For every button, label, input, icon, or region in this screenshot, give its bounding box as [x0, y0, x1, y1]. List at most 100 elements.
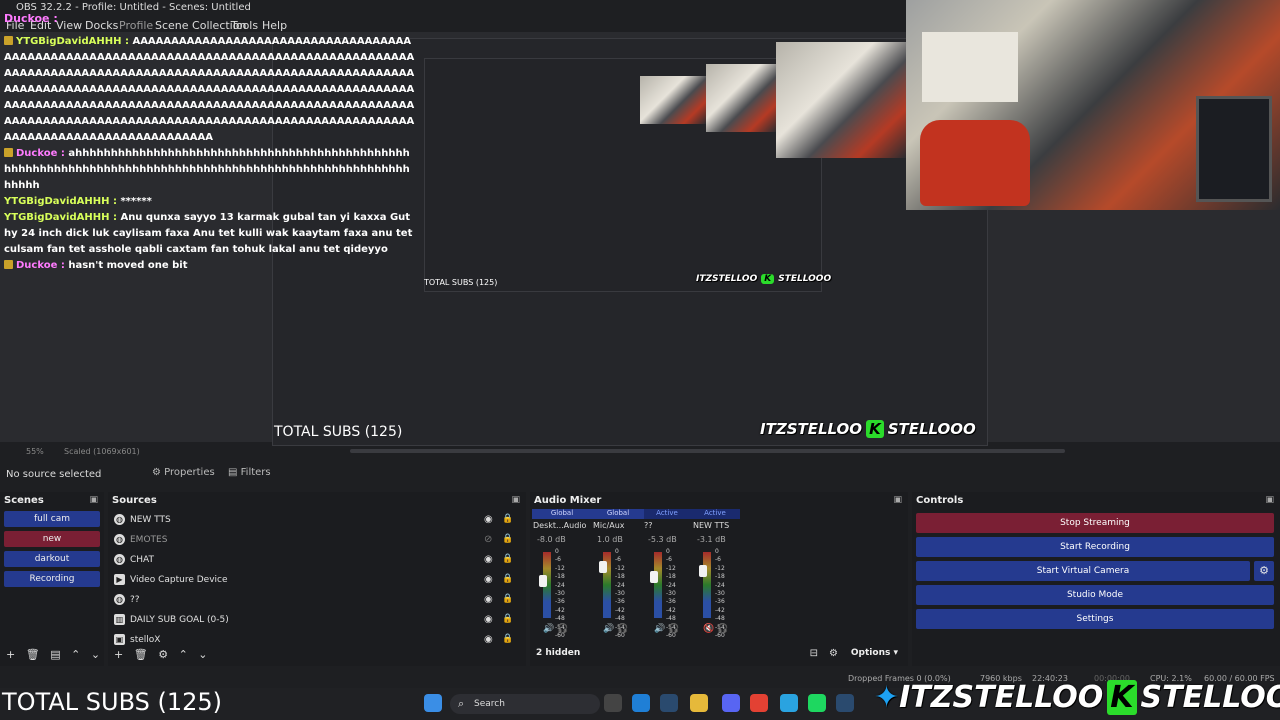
meter-tick: -48	[715, 615, 725, 623]
lock-icon[interactable]: 🔒	[502, 534, 513, 544]
volume-fader[interactable]	[699, 565, 707, 578]
mixer-tab-active[interactable]: Active	[690, 509, 740, 519]
properties-button[interactable]: ⚙ Properties	[152, 467, 215, 478]
taskbar-search[interactable]: ⌕ Search	[450, 694, 600, 714]
menu-docks[interactable]: Docks	[85, 19, 118, 32]
lock-icon[interactable]: 🔒	[502, 614, 513, 624]
lock-icon[interactable]: 🔒	[502, 514, 513, 524]
start-recording-button[interactable]: Start Recording	[916, 537, 1274, 557]
remove-scene-icon[interactable]: 🗑	[26, 648, 40, 661]
lock-icon[interactable]: 🔒	[502, 574, 513, 584]
meter-tick: -48	[555, 615, 565, 623]
mixer-tab-global[interactable]: Global	[592, 509, 644, 519]
source-item[interactable]: ◍ NEW TTS ◉ 🔒	[112, 511, 522, 529]
headphones-icon[interactable]: 🎧	[668, 624, 679, 634]
source-item[interactable]: ◍?? ◉ 🔒	[112, 591, 522, 609]
lock-icon[interactable]: 🔒	[502, 634, 513, 644]
muted-speaker-icon[interactable]: 🔇	[703, 624, 714, 634]
chrome-icon[interactable]	[750, 694, 768, 712]
eye-icon[interactable]: ◉	[484, 574, 493, 585]
move-up-icon[interactable]: ⌃	[179, 648, 188, 661]
obs-icon[interactable]	[604, 694, 622, 712]
meter-tick: -12	[615, 564, 625, 572]
scene-darkout[interactable]: darkout	[4, 551, 100, 567]
menu-help[interactable]: Help	[262, 19, 287, 32]
hidden-count[interactable]: 2 hidden	[536, 648, 580, 658]
mixer-channel: Mic/Aux 1.0 dB 0 -6 -12 -18 -24 -30 -36 -42 -48-…	[593, 520, 639, 646]
telegram-icon[interactable]	[780, 694, 798, 712]
meter-tick: -30	[666, 590, 676, 598]
settings-button[interactable]: Settings	[916, 609, 1274, 629]
source-item[interactable]: ▶ Video Capture Device ◉ 🔒	[112, 571, 522, 589]
add-scene-icon[interactable]: +	[6, 648, 15, 661]
headphones-icon[interactable]: 🎧	[617, 624, 628, 634]
dock-popout-icon[interactable]: ▣	[1265, 495, 1274, 505]
chat-message: Duckoe : ahhhhhhhhhhhhhhhhhhhhhhhhhhhhhh…	[4, 148, 410, 191]
add-source-icon[interactable]: +	[114, 648, 123, 661]
dock-popout-icon[interactable]: ▣	[89, 495, 98, 505]
webcam-recursion	[640, 76, 706, 124]
gear-icon[interactable]: ⚙	[158, 648, 168, 661]
studio-mode-button[interactable]: Studio Mode	[916, 585, 1274, 605]
eye-icon[interactable]: ◉	[484, 634, 493, 645]
search-icon: ⌕	[458, 697, 465, 710]
filters-button[interactable]: ▤ Filters	[228, 467, 271, 478]
zoom-level[interactable]: 55%	[26, 447, 44, 456]
discord-icon[interactable]	[722, 694, 740, 712]
meter-tick: 0	[666, 548, 670, 555]
channel-name[interactable]: NEW TTS	[693, 521, 729, 530]
source-item[interactable]: ▥ DAILY SUB GOAL (0-5) ◉ 🔒	[112, 611, 522, 629]
headphones-icon[interactable]: 🎧	[717, 624, 728, 634]
source-item[interactable]: ◍ EMOTES ⊘ 🔒	[112, 531, 522, 549]
channel-name[interactable]: Mic/Aux	[593, 521, 625, 530]
remove-source-icon[interactable]: 🗑	[134, 648, 148, 661]
filter-icon[interactable]: ▤	[50, 648, 60, 661]
scene-full-cam[interactable]: full cam	[4, 511, 100, 527]
stop-streaming-button[interactable]: Stop Streaming	[916, 513, 1274, 533]
source-item[interactable]: ▣ stelloX ◉ 🔒	[112, 631, 522, 649]
menu-tools[interactable]: Tools	[231, 19, 258, 32]
layout-icon[interactable]: ⊟	[810, 648, 818, 659]
meter-tick: -12	[555, 564, 565, 572]
move-down-icon[interactable]: ⌄	[198, 648, 207, 661]
eye-icon[interactable]: ◉	[484, 614, 493, 625]
volume-fader[interactable]	[650, 571, 658, 584]
lock-icon[interactable]: 🔒	[502, 594, 513, 604]
folder-icon[interactable]	[690, 694, 708, 712]
scene-new[interactable]: new	[4, 531, 100, 547]
dock-popout-icon[interactable]: ▣	[893, 495, 902, 505]
menu-profile[interactable]: Profile	[119, 19, 153, 32]
source-item[interactable]: ◍ CHAT ◉ 🔒	[112, 551, 522, 569]
volume-fader[interactable]	[539, 574, 547, 587]
channel-name[interactable]: Deskt...Audio	[533, 521, 586, 530]
gear-icon[interactable]: ⚙	[829, 648, 838, 659]
speaker-icon[interactable]: 🔊	[654, 624, 665, 634]
dock-popout-icon[interactable]: ▣	[511, 495, 520, 505]
scene-recording[interactable]: Recording	[4, 571, 100, 587]
eye-icon[interactable]: ◉	[484, 514, 493, 525]
edge-icon[interactable]	[632, 694, 650, 712]
volume-fader[interactable]	[599, 561, 607, 573]
steam-icon[interactable]	[836, 694, 854, 712]
channel-name[interactable]: ??	[644, 521, 653, 530]
move-up-icon[interactable]: ⌃	[71, 648, 80, 661]
mixer-tab-global[interactable]: Global	[532, 509, 592, 519]
move-down-icon[interactable]: ⌄	[91, 648, 100, 661]
lock-icon[interactable]: 🔒	[502, 554, 513, 564]
steam-icon[interactable]	[660, 694, 678, 712]
start-virtual-camera-button[interactable]: Start Virtual Camera	[916, 561, 1250, 581]
spotify-icon[interactable]	[808, 694, 826, 712]
meter-tick: -6	[666, 556, 672, 564]
speaker-icon[interactable]: 🔊	[543, 624, 554, 634]
windows-start-icon[interactable]	[424, 694, 442, 712]
speaker-icon[interactable]: 🔊	[603, 624, 614, 634]
menu-view[interactable]: View	[56, 19, 82, 32]
eye-hidden-icon[interactable]: ⊘	[484, 534, 492, 545]
headphones-icon[interactable]: 🎧	[557, 624, 568, 634]
eye-icon[interactable]: ◉	[484, 554, 493, 565]
mixer-options-button[interactable]: Options ▾	[851, 648, 898, 658]
eye-icon[interactable]: ◉	[484, 594, 493, 605]
mixer-tab-active[interactable]: Active	[644, 509, 690, 519]
preview-scrollbar[interactable]	[350, 449, 1065, 453]
virtual-camera-settings-icon[interactable]: ⚙	[1254, 561, 1274, 581]
